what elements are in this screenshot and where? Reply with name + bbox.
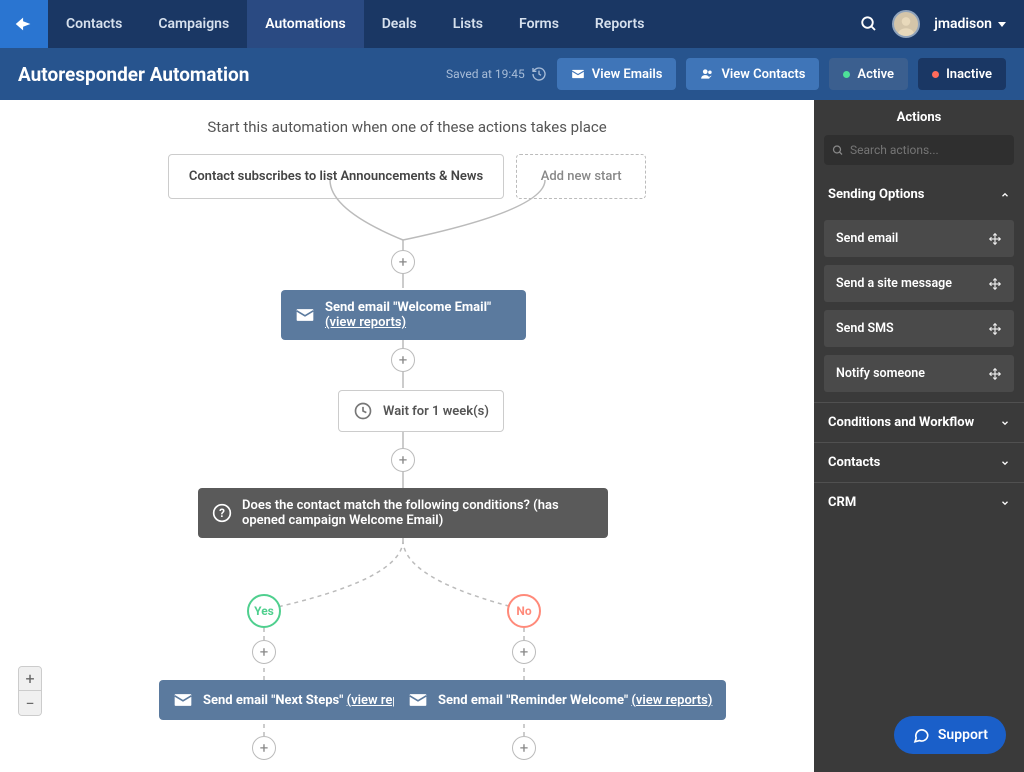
add-step-button[interactable]: + xyxy=(512,736,536,760)
automation-canvas[interactable]: Start this automation when one of these … xyxy=(0,100,814,772)
search-icon[interactable] xyxy=(860,15,878,33)
nav-campaigns[interactable]: Campaigns xyxy=(140,0,247,48)
top-nav: Contacts Campaigns Automations Deals Lis… xyxy=(0,0,1024,48)
chevron-down-icon xyxy=(1000,418,1010,428)
email-icon xyxy=(408,690,428,710)
inactive-button[interactable]: Inactive xyxy=(918,58,1006,90)
svg-text:?: ? xyxy=(219,506,225,520)
view-reports-link[interactable]: (view reports) xyxy=(631,693,712,708)
add-step-button[interactable]: + xyxy=(391,448,415,472)
move-icon xyxy=(988,322,1002,336)
move-icon xyxy=(988,367,1002,381)
email-icon xyxy=(295,305,315,325)
view-emails-button[interactable]: View Emails xyxy=(557,58,677,90)
nav-deals[interactable]: Deals xyxy=(364,0,435,48)
section-crm[interactable]: CRM xyxy=(814,482,1024,522)
nav-reports[interactable]: Reports xyxy=(577,0,663,48)
actions-sidebar: Actions Sending Options Send email Send … xyxy=(814,100,1024,772)
section-contacts[interactable]: Contacts xyxy=(814,442,1024,482)
nav-lists[interactable]: Lists xyxy=(435,0,501,48)
view-contacts-button[interactable]: View Contacts xyxy=(686,58,819,90)
chevron-down-icon xyxy=(1000,498,1010,508)
contacts-icon xyxy=(700,67,714,81)
nav-automations[interactable]: Automations xyxy=(247,0,364,48)
email-icon xyxy=(571,67,585,81)
chevron-down-icon xyxy=(998,22,1006,27)
chat-icon xyxy=(912,726,930,744)
wait-node[interactable]: Wait for 1 week(s) xyxy=(338,390,504,432)
actions-search-input[interactable] xyxy=(850,143,1006,157)
action-site-message[interactable]: Send a site message xyxy=(824,265,1014,302)
section-sending-options[interactable]: Sending Options xyxy=(814,175,1024,214)
nav-forms[interactable]: Forms xyxy=(501,0,577,48)
send-email-node-welcome[interactable]: Send email "Welcome Email" (view reports… xyxy=(281,290,526,340)
clock-icon xyxy=(353,401,373,421)
action-send-email[interactable]: Send email xyxy=(824,220,1014,257)
add-step-button[interactable]: + xyxy=(252,640,276,664)
add-step-button[interactable]: + xyxy=(391,348,415,372)
nav-contacts[interactable]: Contacts xyxy=(48,0,140,48)
canvas-title: Start this automation when one of these … xyxy=(0,100,814,154)
user-menu[interactable]: jmadison xyxy=(934,16,1006,32)
email-icon xyxy=(173,690,193,710)
actions-search[interactable] xyxy=(824,135,1014,165)
add-step-button[interactable]: + xyxy=(252,736,276,760)
status-dot-active xyxy=(843,71,850,78)
sub-header: Autoresponder Automation Saved at 19:45 … xyxy=(0,48,1024,100)
condition-node[interactable]: ? Does the contact match the following c… xyxy=(198,488,608,538)
support-button[interactable]: Support xyxy=(894,716,1006,754)
move-icon xyxy=(988,277,1002,291)
zoom-in-button[interactable]: + xyxy=(19,667,41,691)
no-branch[interactable]: No xyxy=(507,594,541,628)
start-trigger[interactable]: Contact subscribes to list Announcements… xyxy=(168,154,504,199)
action-send-sms[interactable]: Send SMS xyxy=(824,310,1014,347)
yes-branch[interactable]: Yes xyxy=(247,594,281,628)
zoom-controls: + − xyxy=(18,666,42,716)
question-icon: ? xyxy=(212,503,232,523)
send-email-node-reminder[interactable]: Send email "Reminder Welcome" (view repo… xyxy=(394,680,726,720)
status-dot-inactive xyxy=(932,71,939,78)
app-logo[interactable] xyxy=(0,0,48,48)
history-icon[interactable] xyxy=(531,66,547,82)
chevron-down-icon xyxy=(1000,458,1010,468)
nav-tabs: Contacts Campaigns Automations Deals Lis… xyxy=(48,0,662,48)
chevron-up-icon xyxy=(1000,190,1010,200)
page-title: Autoresponder Automation xyxy=(18,63,249,86)
add-step-button[interactable]: + xyxy=(512,640,536,664)
action-notify[interactable]: Notify someone xyxy=(824,355,1014,392)
add-step-button[interactable]: + xyxy=(391,250,415,274)
search-icon xyxy=(832,144,844,157)
zoom-out-button[interactable]: − xyxy=(19,691,41,715)
username-label: jmadison xyxy=(934,16,992,32)
active-button[interactable]: Active xyxy=(829,58,908,90)
add-start-button[interactable]: Add new start xyxy=(516,154,646,199)
section-conditions[interactable]: Conditions and Workflow xyxy=(814,402,1024,442)
avatar[interactable] xyxy=(892,10,920,38)
move-icon xyxy=(988,232,1002,246)
connector-lines xyxy=(0,100,814,772)
sidebar-title: Actions xyxy=(814,100,1024,135)
saved-status: Saved at 19:45 xyxy=(446,66,547,82)
view-reports-link[interactable]: (view reports) xyxy=(325,315,406,330)
